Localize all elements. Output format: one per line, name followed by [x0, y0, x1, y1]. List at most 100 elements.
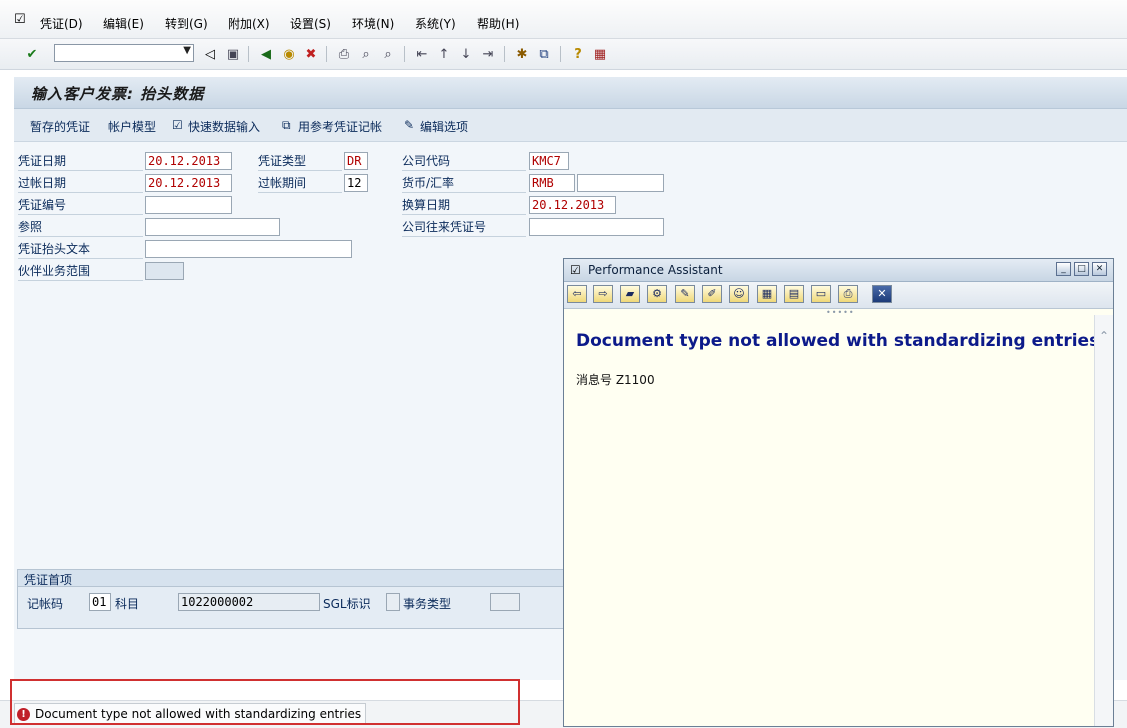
new-session-icon[interactable]: ✱: [513, 45, 531, 63]
doc-date-field[interactable]: 20.12.2013: [145, 152, 232, 170]
partner-ba-field[interactable]: [145, 262, 184, 280]
group-header: 凭证首项: [18, 570, 578, 587]
account-model-button[interactable]: 帐户模型: [108, 118, 156, 135]
assistant-heading: Document type not allowed with standardi…: [576, 331, 1100, 351]
posting-key-field[interactable]: 01: [89, 593, 111, 611]
technical-info-icon[interactable]: ⚙: [647, 285, 667, 303]
assistant-content: Document type not allowed with standardi…: [564, 315, 1100, 726]
exit-icon[interactable]: ◉: [280, 45, 298, 63]
command-field[interactable]: ▼: [54, 44, 194, 62]
currency-label: 货币/汇率: [402, 175, 526, 193]
fast-entry-button[interactable]: 快速数据输入: [188, 118, 260, 135]
shortcut-icon[interactable]: ⧉: [535, 45, 553, 63]
arrow-forward-icon[interactable]: ⇨: [593, 285, 613, 303]
doc-number-label: 凭证编号: [18, 197, 143, 215]
post-with-ref-button[interactable]: 用参考凭证记帐: [298, 118, 382, 135]
menu-settings[interactable]: 设置(S): [290, 15, 331, 32]
sgl-label: SGL标识: [323, 597, 371, 611]
pencil-icon[interactable]: ✎: [404, 118, 414, 132]
arrow-back-icon[interactable]: ⇦: [567, 285, 587, 303]
last-page-icon[interactable]: ⇥: [479, 45, 497, 63]
message-number: 消息号 Z1100: [576, 373, 655, 387]
intercompany-label: 公司往来凭证号: [402, 219, 526, 237]
first-item-group: 凭证首项 记帐码 01 科目 1022000002 SGL标识 事务类型: [17, 569, 579, 629]
header-text-field[interactable]: [145, 240, 352, 258]
performance-assistant-window: ☑ Performance Assistant _ □ ✕ ⇦ ⇨ ▰ ⚙ ✎ …: [563, 258, 1114, 727]
assistant-scrollbar[interactable]: ⌃: [1094, 315, 1113, 726]
first-page-icon[interactable]: ⇤: [413, 45, 431, 63]
doc-date-label: 凭证日期: [18, 153, 143, 171]
parked-documents-button[interactable]: 暂存的凭证: [30, 118, 90, 135]
find-icon[interactable]: ⌕: [357, 45, 375, 63]
menu-help[interactable]: 帮助(H): [477, 15, 519, 32]
maximize-icon[interactable]: □: [1074, 262, 1089, 276]
next-page-icon[interactable]: ↓: [457, 45, 475, 63]
close-x-icon[interactable]: ✕: [872, 285, 892, 303]
document-icon[interactable]: ▭: [811, 285, 831, 303]
translation-date-label: 换算日期: [402, 197, 526, 215]
menu-goto[interactable]: 转到(G): [165, 15, 208, 32]
screen-title-bar: 输入客户发票: 抬头数据: [14, 77, 1127, 109]
edit-options-button[interactable]: 编辑选项: [420, 118, 468, 135]
printer-icon[interactable]: ⎙: [838, 285, 858, 303]
period-label: 过帐期间: [258, 175, 342, 193]
intercompany-field[interactable]: [529, 218, 664, 236]
layout-menu-icon[interactable]: ▦: [591, 45, 609, 63]
post-date-field[interactable]: 20.12.2013: [145, 174, 232, 192]
help-icon[interactable]: ?: [569, 45, 587, 63]
cancel-icon[interactable]: ✖: [302, 45, 320, 63]
menu-bar: ☑ 凭证(D) 编辑(E) 转到(G) 附加(X) 设置(S) 环境(N) 系统…: [0, 0, 1127, 39]
glossary-icon[interactable]: ✐: [702, 285, 722, 303]
post-with-ref-icon[interactable]: ⧉: [282, 118, 291, 133]
status-highlight-frame: [10, 679, 520, 725]
assistant-title: Performance Assistant: [588, 263, 723, 277]
transaction-type-field[interactable]: [490, 593, 520, 611]
chevron-up-icon[interactable]: ⌃: [1099, 329, 1109, 343]
menu-environment[interactable]: 环境(N): [352, 15, 394, 32]
chevron-down-icon[interactable]: ▼: [183, 45, 191, 56]
doc-number-field[interactable]: [145, 196, 232, 214]
print-icon[interactable]: ⎙: [335, 45, 353, 63]
doc-type-field[interactable]: DR: [344, 152, 368, 170]
back-icon[interactable]: ◀: [257, 45, 275, 63]
assistant-toolbar: ⇦ ⇨ ▰ ⚙ ✎ ✐ ☺ ▦ ▤ ▭ ⎙ ✕: [564, 282, 1113, 309]
sgl-field[interactable]: [386, 593, 400, 611]
edit-icon[interactable]: ✎: [675, 285, 695, 303]
table-icon[interactable]: ▦: [757, 285, 777, 303]
prev-page-icon[interactable]: ↑: [435, 45, 453, 63]
period-field[interactable]: 12: [344, 174, 368, 192]
print-preview-icon[interactable]: ▤: [784, 285, 804, 303]
company-code-field[interactable]: KMC7: [529, 152, 569, 170]
doc-type-label: 凭证类型: [258, 153, 342, 171]
company-code-label: 公司代码: [402, 153, 526, 171]
menu-icon[interactable]: ☑: [14, 12, 26, 27]
enter-icon[interactable]: ✔: [23, 45, 41, 63]
exchange-rate-field[interactable]: [577, 174, 664, 192]
header-text-label: 凭证抬头文本: [18, 241, 143, 259]
reference-field[interactable]: [145, 218, 280, 236]
book-icon[interactable]: ▰: [620, 285, 640, 303]
page-title: 输入客户发票: 抬头数据: [31, 85, 205, 103]
post-date-label: 过帐日期: [18, 175, 143, 193]
menu-extras[interactable]: 附加(X): [228, 15, 270, 32]
minimize-icon[interactable]: _: [1056, 262, 1071, 276]
window-icon: ☑: [570, 263, 581, 277]
fast-entry-icon[interactable]: ☑: [172, 118, 183, 132]
menu-document[interactable]: 凭证(D): [40, 15, 83, 32]
group-title: 凭证首项: [24, 573, 73, 587]
menu-system[interactable]: 系统(Y): [415, 15, 456, 32]
users-icon[interactable]: ☺: [729, 285, 749, 303]
translation-date-field[interactable]: 20.12.2013: [529, 196, 616, 214]
find-next-icon[interactable]: ⌕: [379, 45, 397, 63]
assistant-title-bar[interactable]: ☑ Performance Assistant _ □ ✕: [564, 259, 1113, 282]
menu-edit[interactable]: 编辑(E): [103, 15, 144, 32]
account-field[interactable]: 1022000002: [178, 593, 320, 611]
transaction-type-label: 事务类型: [403, 597, 452, 611]
close-icon[interactable]: ✕: [1092, 262, 1107, 276]
partner-ba-label: 伙伴业务范围: [18, 263, 143, 281]
back-triangle-icon[interactable]: ◁: [201, 45, 219, 63]
account-label: 科目: [115, 597, 140, 611]
currency-field[interactable]: RMB: [529, 174, 575, 192]
save-icon[interactable]: ▣: [224, 45, 242, 63]
application-toolbar: 暂存的凭证 帐户模型 ☑ 快速数据输入 ⧉ 用参考凭证记帐 ✎ 编辑选项: [14, 109, 1127, 142]
